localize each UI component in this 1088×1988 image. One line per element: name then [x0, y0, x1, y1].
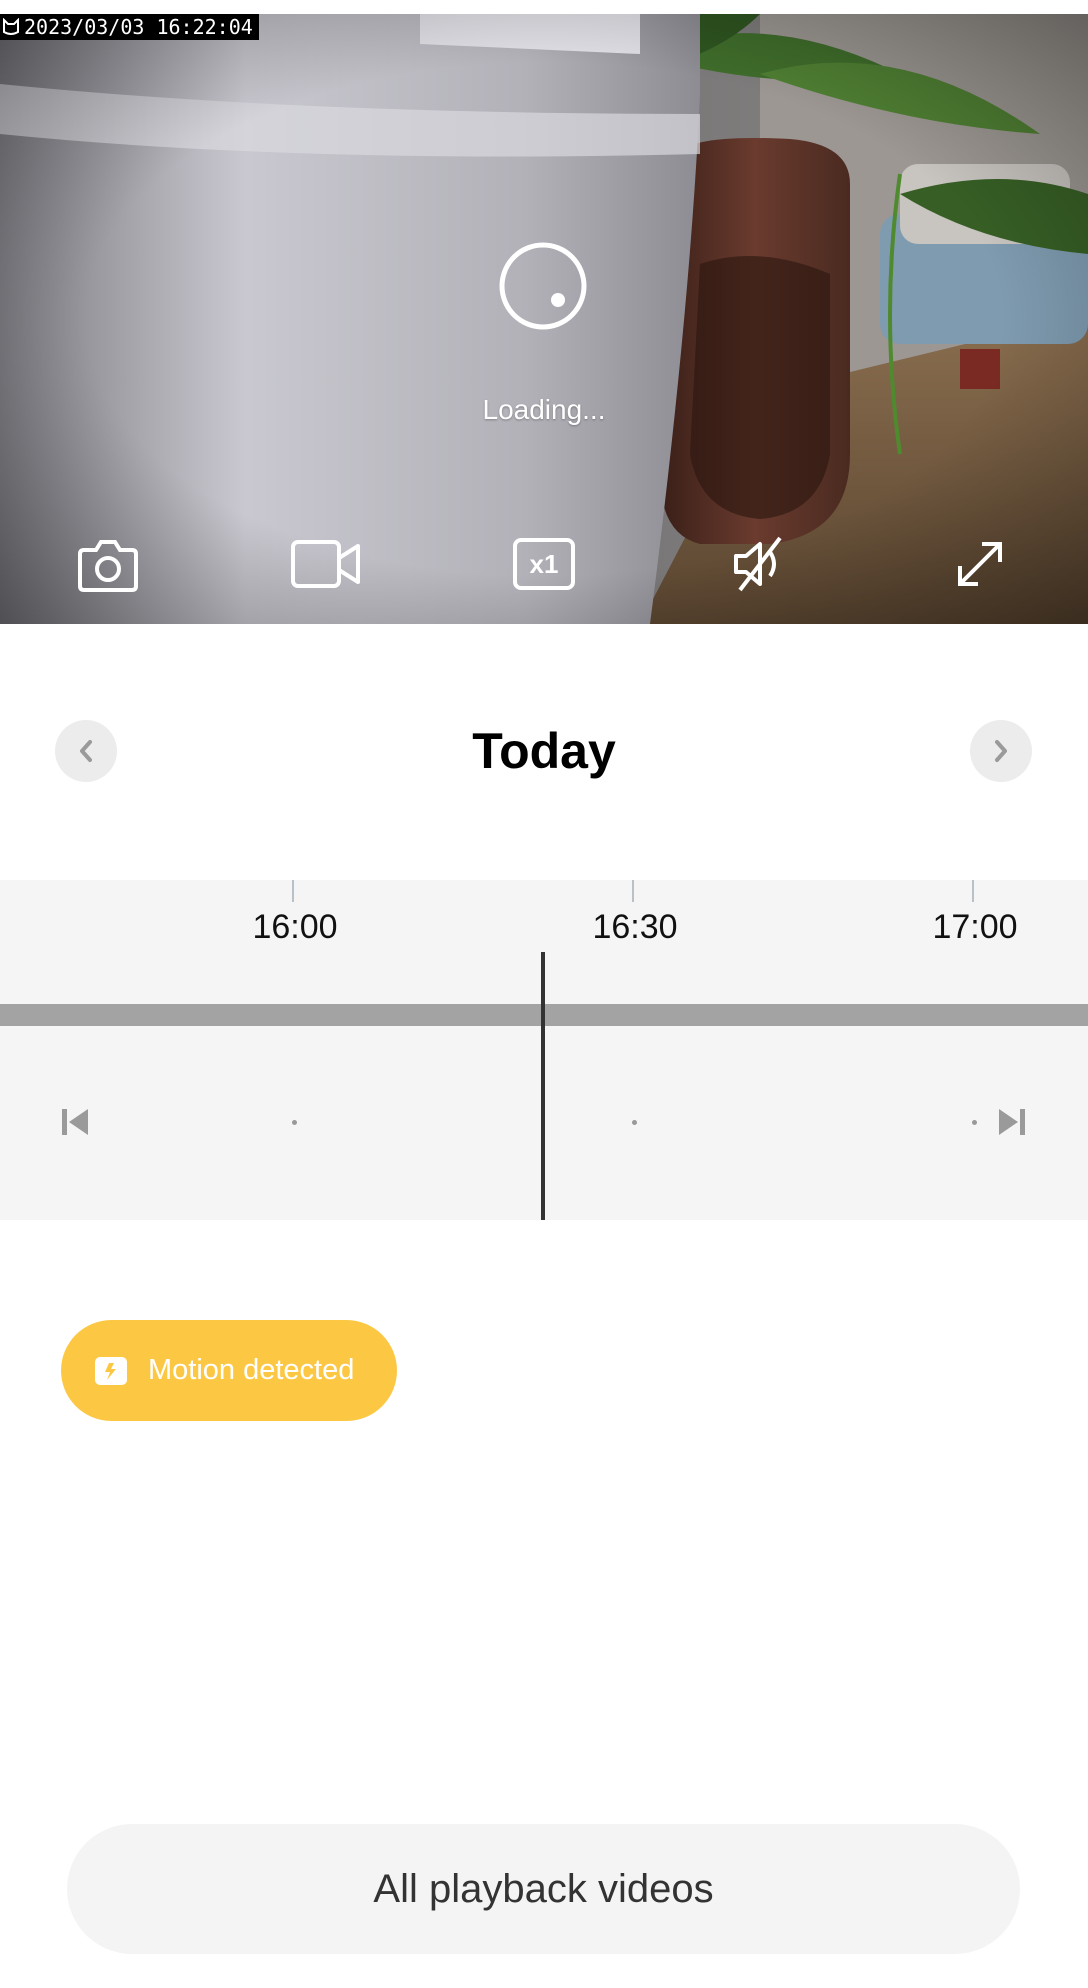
video-controls: x1	[0, 519, 1088, 609]
fullscreen-icon	[958, 542, 1002, 586]
record-button[interactable]	[286, 519, 366, 609]
video-player[interactable]: 2023/03/03 16:22:04 Loading... x1	[0, 14, 1088, 624]
date-title: Today	[472, 723, 616, 779]
timestamp-text: 2023/03/03 16:22:04	[24, 15, 253, 39]
fullscreen-button[interactable]	[940, 519, 1020, 609]
loading-text: Loading...	[482, 394, 606, 425]
mute-button[interactable]	[722, 519, 802, 609]
speed-button[interactable]: x1	[504, 519, 584, 609]
camera-logo-icon	[3, 18, 19, 35]
video-record-icon	[291, 540, 360, 588]
speed-label: x1	[529, 548, 559, 579]
timeline-dot	[292, 1120, 297, 1125]
timeline-tick-label: 16:30	[592, 908, 678, 946]
previous-day-button[interactable]	[55, 720, 117, 782]
timeline-dot	[972, 1120, 977, 1125]
all-playback-videos-button[interactable]: All playback videos	[67, 1824, 1020, 1954]
motion-detected-filter[interactable]: Motion detected	[61, 1320, 397, 1421]
timeline-tick-label: 17:00	[932, 908, 1018, 946]
timeline-dot	[632, 1120, 637, 1125]
timeline-cursor[interactable]	[541, 952, 545, 1220]
skip-previous-icon	[62, 1109, 88, 1135]
mute-icon	[734, 536, 782, 592]
skip-previous-button[interactable]	[55, 1102, 95, 1142]
timeline-tick	[632, 880, 634, 902]
loading-spinner-icon	[499, 242, 587, 330]
chevron-right-icon	[995, 740, 1007, 762]
camera-icon	[78, 540, 138, 592]
timeline-tick	[292, 880, 294, 902]
skip-next-button[interactable]	[992, 1102, 1032, 1142]
snapshot-button[interactable]	[68, 519, 148, 609]
timeline-tick	[972, 880, 974, 902]
playback-timeline[interactable]: 16:00 16:30 17:00	[0, 880, 1088, 1220]
motion-icon	[95, 1356, 127, 1385]
motion-detected-label: Motion detected	[148, 1354, 355, 1386]
timeline-tick-label: 16:00	[252, 908, 338, 946]
speed-icon: x1	[513, 538, 575, 590]
chevron-left-icon	[80, 740, 92, 762]
camera-timestamp: 2023/03/03 16:22:04	[0, 14, 259, 40]
next-day-button[interactable]	[970, 720, 1032, 782]
skip-next-icon	[999, 1109, 1025, 1135]
